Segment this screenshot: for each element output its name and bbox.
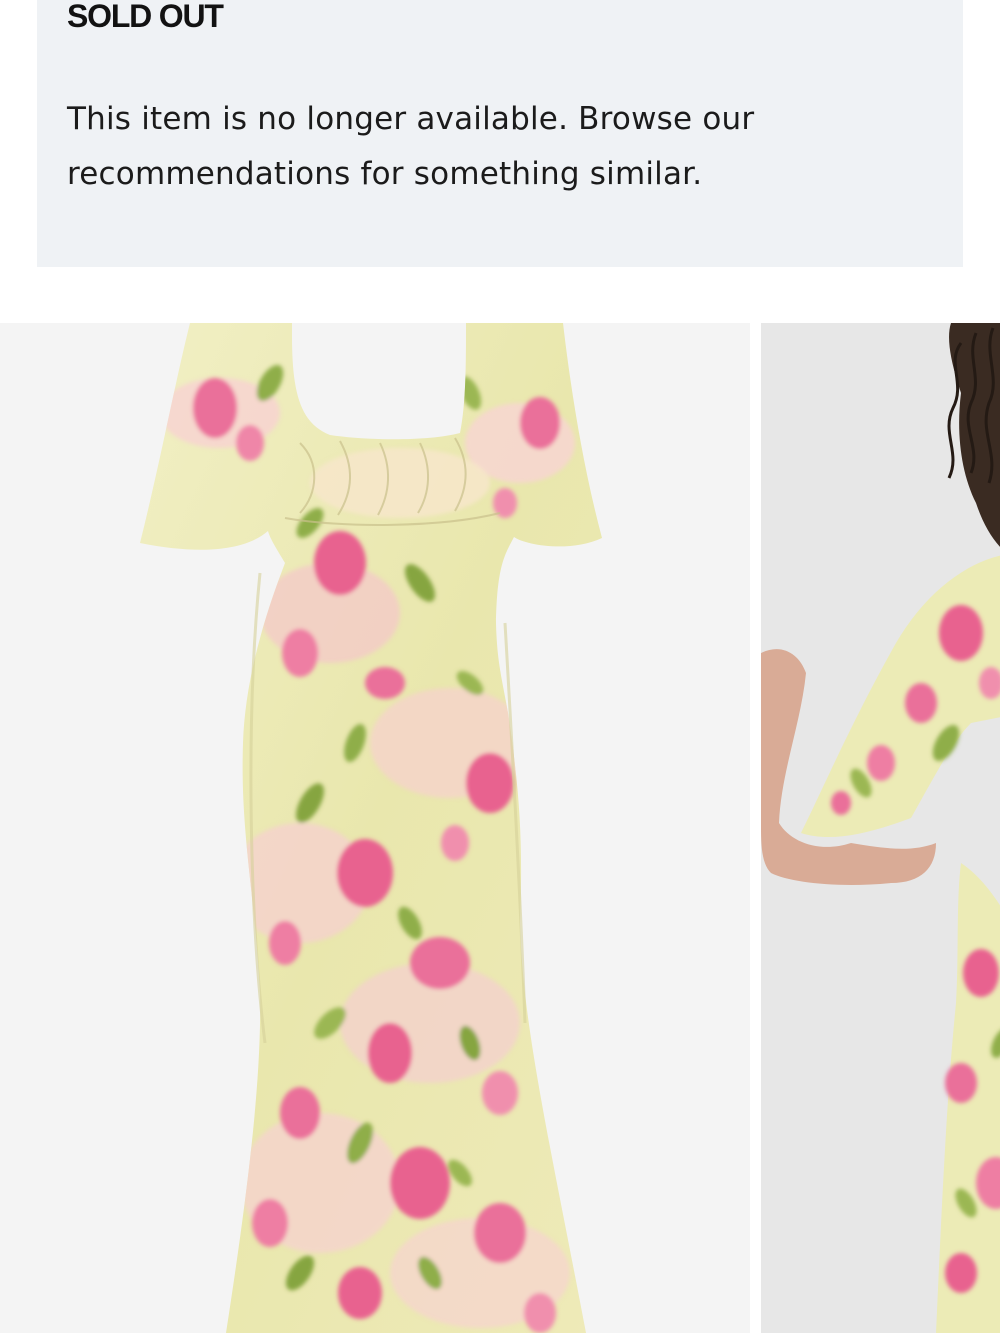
- product-page: SOLD OUT This item is no longer availabl…: [0, 0, 1000, 1333]
- product-image-model[interactable]: [761, 323, 1000, 1333]
- sold-out-title: SOLD OUT: [67, 0, 224, 34]
- dress-flat-image: [0, 323, 750, 1333]
- model-wearing-dress-image: [761, 323, 1000, 1333]
- sold-out-message: This item is no longer available. Browse…: [67, 101, 755, 192]
- product-image-main[interactable]: [0, 323, 750, 1333]
- product-image-gallery[interactable]: [0, 323, 1000, 1333]
- sold-out-notice: SOLD OUT This item is no longer availabl…: [37, 0, 963, 267]
